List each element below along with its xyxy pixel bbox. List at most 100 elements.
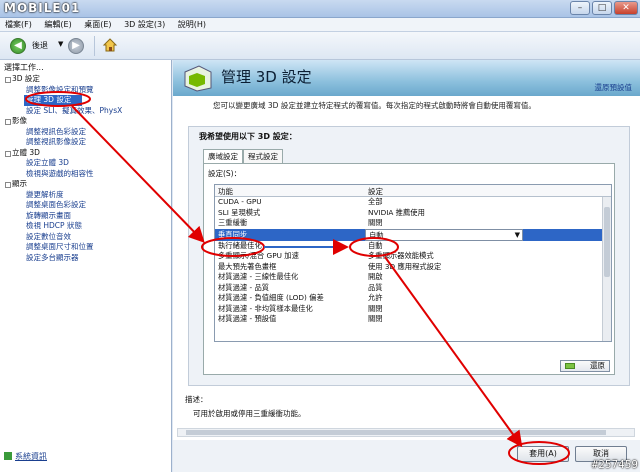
system-info-link[interactable]: 系統資訊 (4, 451, 47, 462)
restore-defaults-link[interactable]: 還原預設值 (595, 82, 633, 93)
menu-help[interactable]: 說明(H) (173, 18, 211, 32)
feature-cell: 材質過濾 - 負值細度 (LOD) 偏差 (218, 293, 324, 302)
action-bar: 套用(A) 取消 (173, 440, 640, 472)
setting-cell: 開啟 (368, 272, 383, 281)
tree-category-3d-settings[interactable]: 3D 設定 (4, 74, 169, 85)
tab-global-settings[interactable]: 廣域設定 (203, 149, 243, 163)
vsync-dropdown[interactable]: 自動 ▼ (365, 228, 523, 241)
tree-item-multi-display[interactable]: 設定多台顯示器 (4, 253, 169, 264)
mobile01-logo: MOBILE01 (4, 1, 81, 15)
setting-cell: 全部 (368, 197, 383, 206)
column-setting[interactable]: 設定 (368, 186, 383, 197)
table-row[interactable]: CUDA - GPU 全部 (215, 197, 611, 208)
feature-cell: 材質過濾 - 預設值 (218, 314, 277, 323)
page-title: 管理 3D 設定 (221, 68, 312, 86)
tree-item-desktop-color[interactable]: 調整桌面色彩設定 (4, 200, 169, 211)
description-text: 可用於啟用或停用三重緩衝功能。 (193, 409, 306, 418)
back-arrow-icon[interactable]: ◀ (10, 38, 26, 54)
settings-tabs: 廣域設定 程式設定 (203, 149, 283, 163)
vsync-dropdown-value: 自動 (369, 230, 384, 240)
menu-edit[interactable]: 編輯(E) (39, 18, 76, 32)
title-bar: MOBILE01 – □ ✕ (0, 0, 640, 18)
tree-item-video-color[interactable]: 調整視訊色彩設定 (4, 127, 169, 138)
menu-desktop[interactable]: 桌面(E) (79, 18, 116, 32)
tree-item-rotate[interactable]: 旋轉顯示畫面 (4, 211, 169, 222)
home-icon[interactable] (102, 37, 118, 53)
chevron-down-icon[interactable]: ▼ (515, 229, 520, 241)
feature-cell: 材質過濾 - 品質 (218, 282, 270, 292)
restore-button[interactable]: 還原 (560, 360, 610, 372)
system-info-icon (4, 452, 12, 460)
menu-3d-settings[interactable]: 3D 設定(3) (119, 18, 170, 32)
toolbar-divider (94, 36, 95, 56)
tab-content: 設定(S)： 功能 設定 CUDA - GPU 全部 SLI 呈現模式 NVIDIA… (203, 163, 615, 375)
table-row[interactable]: 材質過濾 - 品質 品質 (215, 283, 611, 294)
tree-item-sli-physx[interactable]: 設定 SLI、擬真效果、PhysX (4, 106, 169, 117)
table-row-selected[interactable]: 垂直同步 自動 ▼ (215, 228, 611, 241)
feature-cell: 三重緩衝 (218, 218, 248, 227)
tree-item-adjust-image[interactable]: 調整影像設定和預覽 (4, 85, 169, 96)
table-row[interactable]: 多重顯示/混合 GPU 加速 多重顯示器效能模式 (215, 251, 611, 262)
feature-cell: CUDA - GPU (218, 197, 262, 206)
setting-cell: 關閉 (368, 303, 383, 313)
3d-settings-icon (183, 64, 213, 92)
setting-cell: NVIDIA 推薦使用 (368, 207, 425, 217)
table-row[interactable]: 材質過濾 - 負值細度 (LOD) 偏差 允許 (215, 293, 611, 304)
toolbar: ◀ 後退 ▼ ▶ (0, 32, 640, 60)
tree-item-desktop-size[interactable]: 調整桌面尺寸和位置 (4, 242, 169, 253)
tree-item-video-image[interactable]: 調整視訊影像設定 (4, 137, 169, 148)
forward-arrow-icon[interactable]: ▶ (68, 38, 84, 54)
grid-scrollbar[interactable] (602, 197, 611, 341)
setting-cell: 關閉 (368, 314, 383, 323)
tree-item-setup-stereo[interactable]: 設定立體 3D (4, 158, 169, 169)
watermark: #257459 (591, 458, 638, 471)
table-row[interactable]: SLI 呈現模式 NVIDIA 推薦使用 (215, 208, 611, 219)
scrollbar-thumb[interactable] (186, 430, 606, 435)
system-info-label[interactable]: 系統資訊 (15, 452, 47, 461)
column-feature[interactable]: 功能 (218, 186, 233, 197)
feature-cell: 最大預先著色畫框 (218, 261, 277, 271)
table-row[interactable]: 最大預先著色畫框 使用 3D 應用程式設定 (215, 262, 611, 273)
tree-category-stereo-3d[interactable]: 立體 3D (4, 148, 169, 159)
task-sidebar: 選擇工作... 3D 設定 調整影像設定和預覽 管理 3D 設定 設定 SLI、… (0, 60, 172, 472)
table-row[interactable]: 材質過濾 - 預設值 關閉 (215, 314, 611, 325)
maximize-button[interactable]: □ (592, 1, 612, 15)
tree-category-display[interactable]: 顯示 (4, 179, 169, 190)
back-label[interactable]: 後退 (32, 40, 48, 51)
tree-category-video[interactable]: 影像 (4, 116, 169, 127)
menu-bar: 檔案(F) 編輯(E) 桌面(E) 3D 設定(3) 說明(H) (0, 18, 640, 32)
setting-cell: 多重顯示器效能模式 (368, 251, 434, 260)
tree-item-manage-3d[interactable]: 管理 3D 設定 (24, 95, 82, 106)
apply-button[interactable]: 套用(A) (517, 446, 569, 462)
close-button[interactable]: ✕ (614, 1, 638, 15)
feature-cell: SLI 呈現模式 (218, 207, 261, 217)
table-row[interactable]: 執行緒最佳化 自動 (215, 241, 611, 252)
back-dropdown-icon[interactable]: ▼ (58, 40, 63, 48)
task-tree: 3D 設定 調整影像設定和預覽 管理 3D 設定 設定 SLI、擬真效果、Phy… (4, 74, 169, 263)
settings-panel: 我希望使用以下 3D 設定： 廣域設定 程式設定 設定(S)： 功能 設定 CUD… (188, 126, 630, 386)
feature-cell: 執行緒最佳化 (218, 240, 262, 250)
settings-grid: 功能 設定 CUDA - GPU 全部 SLI 呈現模式 NVIDIA 推薦使用 三… (214, 184, 612, 342)
feature-cell: 材質過濾 - 三線性最佳化 (218, 272, 299, 281)
tree-item-hdcp[interactable]: 檢視 HDCP 狀態 (4, 221, 169, 232)
feature-cell: 材質過濾 - 非均質樣本最佳化 (218, 303, 313, 313)
setting-cell: 允許 (368, 293, 383, 302)
minimize-button[interactable]: – (570, 1, 590, 15)
settings-label: 設定(S)： (208, 169, 242, 178)
tree-item-audio[interactable]: 設定數位音效 (4, 232, 169, 243)
tree-item-game-compat[interactable]: 檢視與遊戲的相容性 (4, 169, 169, 180)
table-row[interactable]: 材質過濾 - 非均質樣本最佳化 關閉 (215, 304, 611, 315)
sidebar-header: 選擇工作... (4, 63, 44, 72)
setting-cell: 品質 (368, 282, 383, 292)
page-banner: 管理 3D 設定 還原預設值 (173, 60, 640, 96)
horizontal-scrollbar[interactable] (177, 428, 635, 437)
tab-program-settings[interactable]: 程式設定 (243, 149, 283, 163)
menu-file[interactable]: 檔案(F) (0, 18, 37, 32)
table-row[interactable]: 三重緩衝 關閉 (215, 218, 611, 229)
setting-cell: 關閉 (368, 218, 383, 227)
panel-heading: 我希望使用以下 3D 設定： (199, 132, 297, 141)
grid-header: 功能 設定 (215, 185, 611, 197)
scrollbar-thumb[interactable] (604, 207, 610, 277)
table-row[interactable]: 材質過濾 - 三線性最佳化 開啟 (215, 272, 611, 283)
tree-item-resolution[interactable]: 變更解析度 (4, 190, 169, 201)
